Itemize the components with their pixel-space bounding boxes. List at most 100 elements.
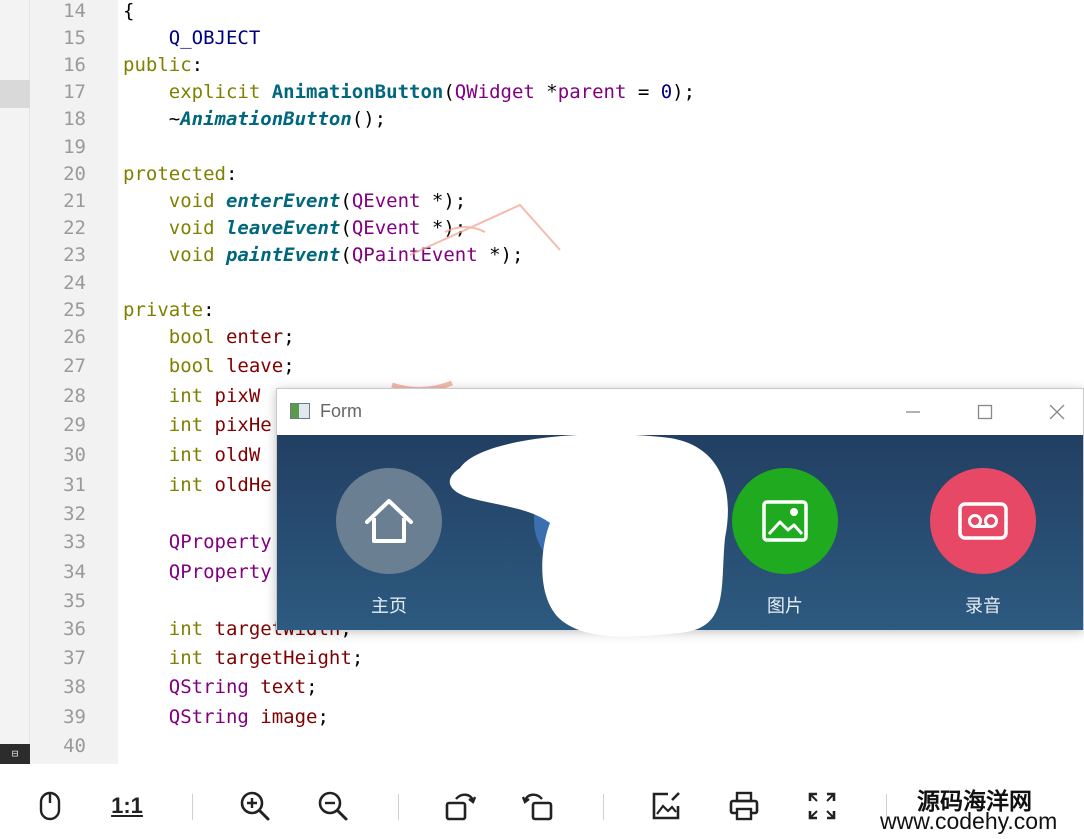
- rotate-left-button[interactable]: [440, 786, 480, 826]
- code-token: :: [225, 163, 238, 185]
- edit-image-button[interactable]: [646, 786, 686, 826]
- code-token: 0: [660, 81, 673, 103]
- nav-circle: [732, 468, 838, 574]
- line-number: 37: [63, 647, 86, 669]
- code-token: int: [168, 385, 204, 407]
- code-token: =: [626, 81, 661, 103]
- code-token: (: [340, 217, 352, 239]
- code-line[interactable]: 39 QString image;: [0, 706, 1084, 732]
- line-number: 17: [63, 81, 86, 103]
- code-text: Q_OBJECT: [123, 27, 261, 49]
- edit-image-icon: [652, 792, 680, 820]
- fullscreen-button[interactable]: [802, 786, 842, 826]
- code-text: int pixW: [123, 385, 261, 407]
- code-line[interactable]: 15 Q_OBJECT: [0, 27, 1084, 53]
- code-token: QProperty: [168, 531, 272, 553]
- code-token: private: [123, 299, 204, 321]
- line-number: 38: [63, 676, 86, 698]
- code-line[interactable]: 27 bool leave;: [0, 355, 1084, 381]
- code-line[interactable]: 25 private:: [0, 299, 1084, 325]
- nav-item-image[interactable]: 图片: [732, 468, 838, 618]
- code-line[interactable]: 26 bool enter;: [0, 326, 1084, 352]
- zoom-in-button[interactable]: [235, 786, 275, 826]
- code-line[interactable]: 21 void enterEvent(QEvent *);: [0, 190, 1084, 216]
- mouse-button[interactable]: [30, 786, 70, 826]
- print-button[interactable]: [724, 786, 764, 826]
- line-number: 32: [63, 503, 86, 525]
- code-line[interactable]: 19: [0, 136, 1084, 162]
- code-token: ~: [123, 108, 181, 130]
- code-text: void enterEvent(QEvent *);: [123, 190, 466, 212]
- code-token: void: [168, 190, 215, 212]
- code-line[interactable]: 40: [0, 735, 1084, 761]
- code-text: int targetHeight;: [123, 647, 364, 669]
- line-number: 19: [63, 136, 86, 158]
- code-token: {: [123, 0, 135, 22]
- print-icon: [729, 791, 759, 821]
- line-number: 16: [63, 54, 86, 76]
- code-text: void leaveEvent(QEvent *);: [123, 217, 466, 239]
- line-number: 15: [63, 27, 86, 49]
- close-button[interactable]: [1037, 397, 1077, 427]
- nav-item-record[interactable]: 录音: [930, 468, 1036, 618]
- code-token: void: [168, 244, 215, 266]
- code-token: (: [443, 81, 455, 103]
- code-token: QProperty: [168, 561, 272, 583]
- code-token: protected: [123, 163, 226, 185]
- code-token: QPaintEvent: [351, 244, 478, 266]
- line-number: 20: [63, 163, 86, 185]
- code-line[interactable]: 17 explicit AnimationButton(QWidget *par…: [0, 81, 1084, 107]
- code-token: *: [534, 81, 558, 103]
- code-token: targetHeight: [214, 647, 352, 669]
- code-line[interactable]: 18 ~AnimationButton();: [0, 108, 1084, 134]
- code-token: oldW: [214, 444, 261, 466]
- form-titlebar[interactable]: Form: [277, 389, 1083, 435]
- actual-size-button[interactable]: 1:1: [107, 786, 147, 826]
- nav-item-redacted[interactable]: [534, 468, 640, 618]
- code-text: private:: [123, 299, 215, 321]
- nav-label: 图片: [767, 596, 803, 617]
- code-line[interactable]: 20 protected:: [0, 163, 1084, 189]
- line-number: 22: [63, 217, 86, 239]
- code-text: int oldHe: [123, 474, 272, 496]
- line-number: 29: [63, 414, 86, 436]
- nav-item-home[interactable]: 主页: [336, 468, 442, 618]
- rotate-right-button[interactable]: [518, 786, 558, 826]
- code-token: leaveEvent: [225, 217, 341, 239]
- code-text: QString image;: [123, 706, 329, 728]
- line-number: 18: [63, 108, 86, 130]
- code-line[interactable]: 22 void leaveEvent(QEvent *);: [0, 217, 1084, 243]
- code-line[interactable]: 14 {: [0, 0, 1084, 26]
- line-number: 34: [63, 561, 86, 583]
- form-window[interactable]: Form 主页 图片 录音: [276, 388, 1084, 630]
- code-token: image: [260, 706, 318, 728]
- code-token: ;: [317, 706, 329, 728]
- nav-circle: [336, 468, 442, 574]
- code-token: *);: [420, 217, 467, 239]
- code-line[interactable]: 16 public:: [0, 54, 1084, 80]
- line-number: 14: [63, 0, 86, 22]
- minimize-button[interactable]: [893, 397, 933, 427]
- code-token: pixW: [214, 385, 261, 407]
- zoom-out-button[interactable]: [313, 786, 353, 826]
- code-text: int pixHe: [123, 414, 272, 436]
- code-line[interactable]: 37 int targetHeight;: [0, 647, 1084, 673]
- code-line[interactable]: 38 QString text;: [0, 676, 1084, 702]
- code-token: bool: [168, 355, 215, 377]
- maximize-button[interactable]: [965, 397, 1005, 427]
- code-line[interactable]: 24: [0, 272, 1084, 298]
- code-token: :: [203, 299, 215, 321]
- code-line[interactable]: 23 void paintEvent(QPaintEvent *);: [0, 244, 1084, 270]
- code-token: AnimationButton: [180, 108, 352, 130]
